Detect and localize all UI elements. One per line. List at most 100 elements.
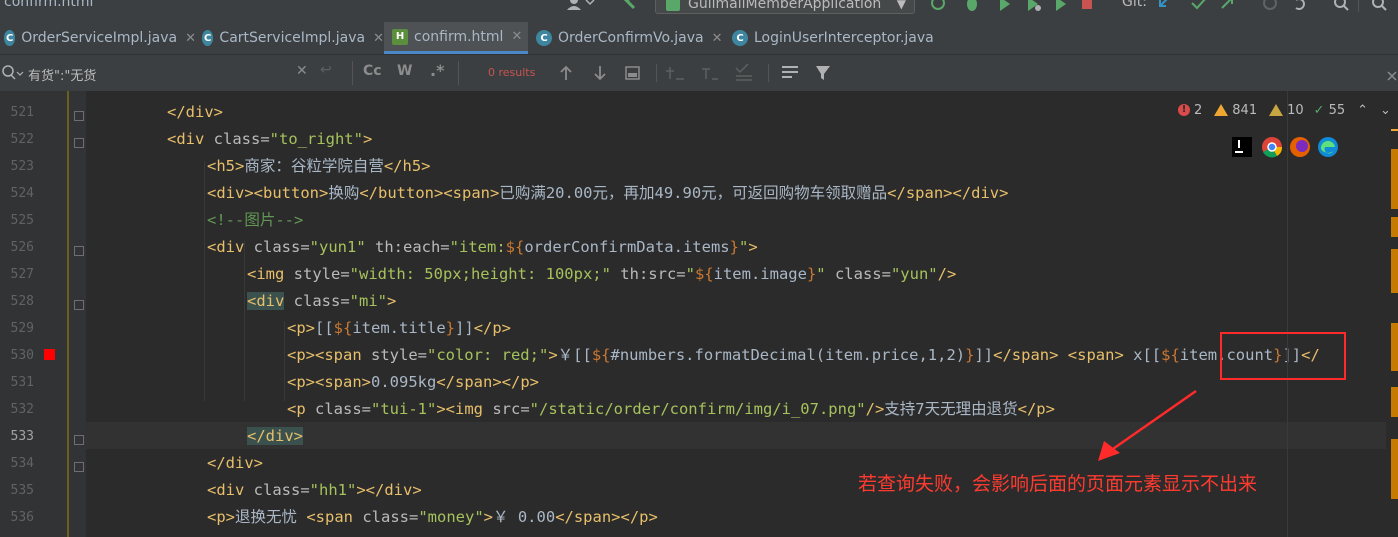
code-token: <span> xyxy=(1067,346,1124,364)
chrome-icon xyxy=(1262,137,1283,158)
code-token: ]] xyxy=(455,319,474,337)
git-actions xyxy=(1156,0,1398,14)
code-line-524: <div><button>换购</button><span>已购满20.00元，… xyxy=(207,180,1008,207)
breakpoint-marker[interactable] xyxy=(44,349,55,360)
indent-guide xyxy=(244,241,245,401)
code-token: <div><button> xyxy=(207,184,329,202)
class-icon: C xyxy=(202,30,214,46)
weak-warning-icon xyxy=(1269,104,1284,116)
code-editor[interactable]: 521 522 523 524 525 526 527 528 529 530 … xyxy=(0,91,1398,537)
firefox-icon xyxy=(1290,137,1310,157)
code-line-526: <div class="yun1" th:each="item:${orderC… xyxy=(207,234,758,261)
code-token: class= xyxy=(244,238,310,256)
git-push-icon xyxy=(1221,0,1233,9)
code-token: } xyxy=(445,319,456,337)
fold-markers xyxy=(73,111,87,531)
tab-label: OrderConfirmVo.java xyxy=(558,30,704,46)
line-number: 536 xyxy=(10,510,34,525)
close-find-icon[interactable] xyxy=(1386,67,1398,81)
tab-confirm-html[interactable]: H confirm.html ✕ xyxy=(384,22,528,54)
stop-icon xyxy=(1082,0,1092,9)
error-stripe[interactable] xyxy=(1388,109,1398,537)
code-token: item.image xyxy=(713,265,807,283)
code-token: <img xyxy=(247,265,285,283)
code-token: <p> xyxy=(207,508,235,526)
code-token: <div xyxy=(167,130,205,148)
build-hammer-icon[interactable] xyxy=(620,0,640,12)
top-toolbar: confirm.html GulimallMemberApplication ▼… xyxy=(0,0,1398,22)
run-icon xyxy=(1000,0,1010,11)
code-token: ${ xyxy=(505,238,525,256)
code-token: style= xyxy=(361,346,427,364)
code-token: ><img xyxy=(436,400,483,418)
warning-mark xyxy=(1391,129,1398,131)
tab-label: OrderServiceImpl.java xyxy=(21,30,178,46)
inspection-widget[interactable]: ! 2 841 10 ✓ 55 ⌃ ⌄ xyxy=(1178,100,1391,120)
code-token: ￥[[ xyxy=(557,346,592,364)
error-count: 2 xyxy=(1194,102,1203,118)
code-token: th:src= xyxy=(610,265,686,283)
code-token: "/static/order/confirm/img/i_07.png" xyxy=(529,400,866,418)
chevron-up-icon[interactable]: ⌃ xyxy=(1357,103,1368,118)
code-token: </p> xyxy=(1017,400,1055,418)
close-icon[interactable]: ✕ xyxy=(185,31,196,46)
warning-mark xyxy=(1391,249,1398,293)
close-icon[interactable]: ✕ xyxy=(373,31,384,46)
partial-line xyxy=(200,74,680,94)
line-number-current: 533 xyxy=(10,429,34,444)
tab-login-user-interceptor[interactable]: C LoginUserInterceptor.java xyxy=(728,22,972,54)
git-label: Git: xyxy=(1122,0,1147,10)
tab-cart-service-impl[interactable]: C CartServiceImpl.java ✕ xyxy=(198,22,384,54)
tab-label: LoginUserInterceptor.java xyxy=(754,30,934,46)
line-number: 525 xyxy=(10,213,34,228)
tab-order-service-impl[interactable]: C OrderServiceImpl.java ✕ xyxy=(0,22,196,54)
annotation-text: 若查询失败，会影响后面的页面元素显示不出来 xyxy=(858,473,1258,495)
git-update-icon xyxy=(1159,0,1168,7)
code-line-533: </div> xyxy=(247,423,303,450)
tab-label: confirm.html xyxy=(414,28,504,45)
line-number: 526 xyxy=(10,240,34,255)
code-token: "money" xyxy=(418,508,484,526)
user-icon[interactable] xyxy=(566,0,596,12)
code-token: <div xyxy=(207,481,245,499)
code-token: " xyxy=(738,238,749,256)
code-token: "yun1" xyxy=(309,238,366,256)
line-number: 534 xyxy=(10,456,34,471)
git-commit-icon xyxy=(1191,0,1206,10)
code-token: <div xyxy=(247,292,285,310)
run-actions xyxy=(928,0,1128,14)
code-token: </div> xyxy=(167,103,223,121)
code-token: </p> xyxy=(473,319,512,337)
code-token: 0.095kg xyxy=(371,373,437,391)
remove-occurrence-icon xyxy=(702,68,718,80)
code-token: > xyxy=(748,238,758,256)
class-icon: C xyxy=(536,30,552,46)
annotation-arrow xyxy=(1098,389,1197,461)
code-token: } xyxy=(729,238,739,256)
code-token: <h5> xyxy=(207,157,245,175)
tab-order-confirm-vo[interactable]: C OrderConfirmVo.java ✕ xyxy=(532,22,728,54)
run-config-dropdown[interactable]: GulimallMemberApplication ▼ xyxy=(655,0,915,14)
close-icon[interactable]: ✕ xyxy=(511,29,522,44)
filter-search-results-icon xyxy=(782,66,798,78)
code-token: <span xyxy=(306,508,354,526)
code-token: 商家：谷粒学院自营 xyxy=(244,157,384,175)
rebuild-icon xyxy=(931,0,945,10)
close-icon[interactable]: ✕ xyxy=(712,31,723,46)
line-number: 530 xyxy=(10,348,34,363)
line-number: 521 xyxy=(10,105,34,120)
warning-icon xyxy=(1214,104,1229,116)
error-icon: ! xyxy=(1178,104,1190,116)
code-token: ${ xyxy=(694,265,714,283)
code-token: <p><span xyxy=(287,346,362,364)
code-token: "mi" xyxy=(349,292,387,310)
code-token: x[[ xyxy=(1123,346,1162,364)
code-token: class= xyxy=(204,130,270,148)
code-token: ${ xyxy=(1161,346,1180,364)
code-token: 退换无忧 xyxy=(235,508,307,526)
line-number: 528 xyxy=(10,294,34,309)
search-history-icon[interactable] xyxy=(2,65,24,81)
toolbar-divider xyxy=(1358,0,1359,12)
spring-boot-icon xyxy=(666,0,680,11)
